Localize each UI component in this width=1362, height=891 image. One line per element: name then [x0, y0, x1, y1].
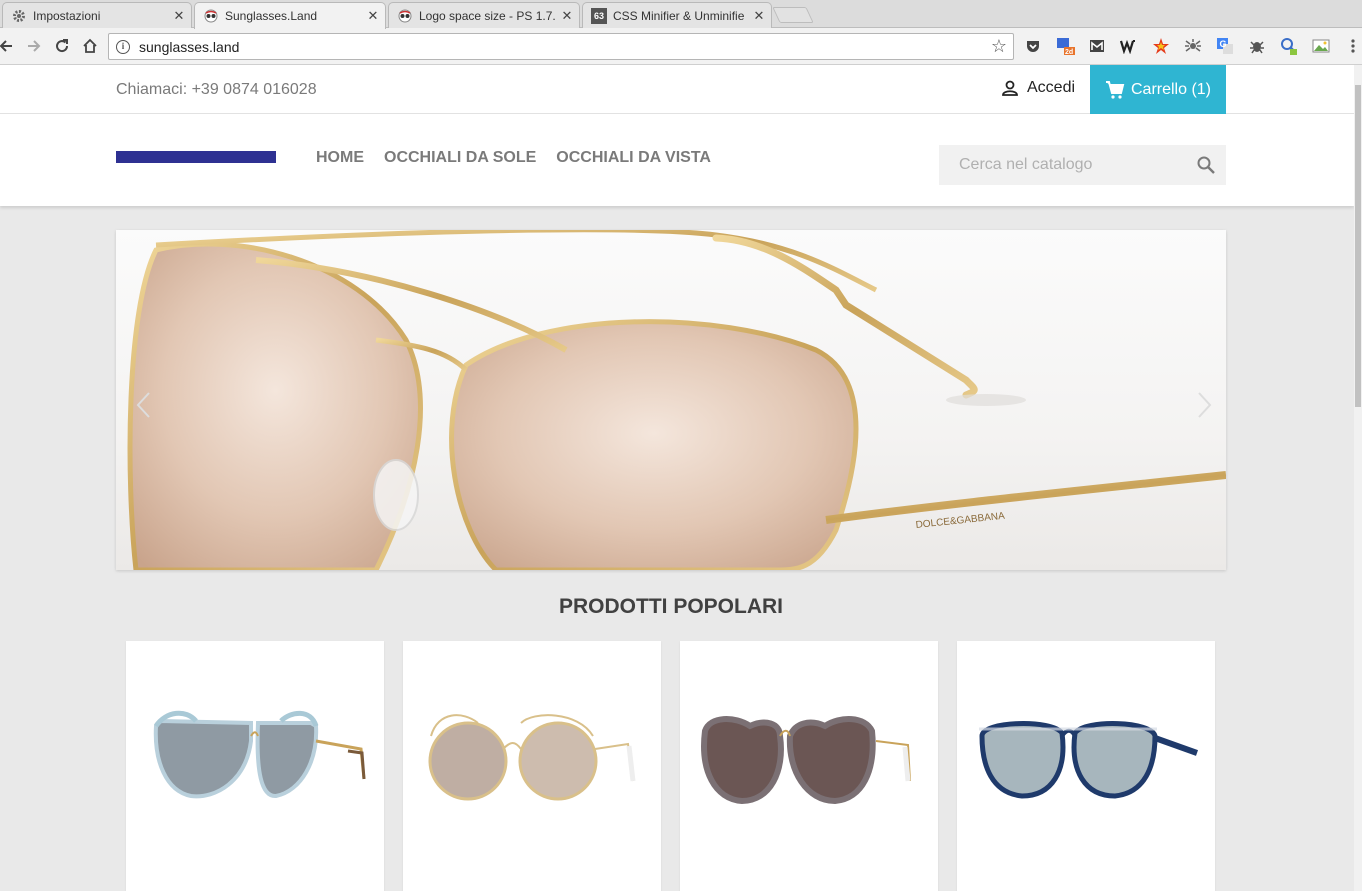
tab-title: Sunglasses.Land — [225, 9, 318, 23]
browser-toolbar: i sunglasses.land ☆ 2d G — [0, 28, 1362, 65]
tab-title: CSS Minifier & Unminifie — [613, 8, 745, 23]
gmail-icon[interactable] — [1087, 36, 1107, 56]
magnifier-icon[interactable] — [1279, 36, 1299, 56]
browser-tab-bar: Impostazioni ✕ Sunglasses.Land ✕ Logo sp… — [0, 0, 1362, 29]
google-translate-icon[interactable]: G — [1215, 36, 1235, 56]
menu-item-home[interactable]: HOME — [316, 149, 364, 167]
translate-badge-icon[interactable]: 2d — [1055, 36, 1075, 56]
tab-title: Impostazioni — [33, 8, 101, 23]
product-card[interactable] — [126, 641, 384, 891]
user-icon — [1002, 80, 1018, 96]
browser-menu-icon[interactable] — [1343, 36, 1362, 56]
product-image-blue-round — [979, 721, 1199, 799]
section-title: PRODOTTI POPOLARI — [558, 595, 783, 618]
svg-text:G: G — [1220, 39, 1227, 49]
menu-item-occhiali-da-vista[interactable]: OCCHIALI DA VISTA — [556, 149, 711, 167]
close-icon[interactable]: ✕ — [171, 8, 187, 24]
carousel-prev-icon[interactable] — [134, 390, 154, 420]
spider-icon[interactable] — [1183, 36, 1203, 56]
contact-phone: Chiamaci: +39 0874 016028 — [116, 81, 317, 98]
gear-icon — [11, 8, 27, 24]
tab-css-minifier[interactable]: 63 CSS Minifier & Unminifie ✕ — [582, 2, 772, 28]
hero-slide-image: DOLCE&GABBANA — [127, 230, 1226, 570]
pocket-icon[interactable] — [1023, 36, 1043, 56]
top-bar: Chiamaci: +39 0874 016028 Accedi Carrell… — [0, 65, 1354, 114]
search-widget — [939, 145, 1226, 185]
arrow-left-icon — [0, 40, 12, 52]
home-button[interactable] — [80, 36, 100, 56]
bug-icon[interactable] — [1247, 36, 1267, 56]
cart-icon — [1105, 80, 1125, 99]
site-favicon-icon — [397, 8, 413, 24]
css-favicon-icon: 63 — [591, 7, 607, 24]
close-icon[interactable]: ✕ — [365, 8, 381, 24]
scrollbar-thumb[interactable] — [1355, 85, 1361, 407]
site-favicon-icon — [203, 8, 219, 24]
info-icon[interactable]: i — [116, 40, 130, 54]
star-icon[interactable] — [1151, 36, 1171, 56]
reload-button[interactable] — [52, 36, 72, 56]
tab-impostazioni[interactable]: Impostazioni ✕ — [2, 2, 192, 28]
image-icon[interactable] — [1311, 36, 1331, 56]
back-button[interactable] — [0, 36, 16, 56]
new-tab-button[interactable] — [772, 7, 814, 23]
hero-carousel[interactable]: DOLCE&GABBANA — [116, 230, 1226, 570]
forward-button[interactable] — [24, 36, 44, 56]
close-icon[interactable]: ✕ — [559, 8, 575, 24]
url-text: sunglasses.land — [139, 39, 240, 55]
slide-brand-text: DOLCE&GABBANA — [915, 511, 1005, 531]
search-icon[interactable] — [1196, 155, 1216, 175]
product-card[interactable] — [403, 641, 661, 891]
signin-label: Accedi — [1027, 79, 1076, 96]
search-input[interactable] — [939, 145, 1189, 185]
css-favicon-text: 63 — [593, 10, 604, 21]
tab-logo-space-size[interactable]: Logo space size - PS 1.7. ✕ — [388, 2, 580, 28]
product-card[interactable] — [680, 641, 938, 891]
signin-link[interactable]: Accedi — [1001, 79, 1075, 97]
menu-item-occhiali-da-sole[interactable]: OCCHIALI DA SOLE — [384, 149, 536, 167]
cart-label: Carrello (1) — [1130, 80, 1211, 98]
address-bar[interactable]: i sunglasses.land ☆ — [108, 33, 1014, 60]
web-page: Chiamaci: +39 0874 016028 Accedi Carrell… — [0, 65, 1354, 891]
page-scrollbar[interactable] — [1354, 65, 1362, 891]
product-image-cat-eye-blue — [153, 710, 366, 799]
product-image-gold-wire-round — [428, 714, 636, 801]
tab-sunglasses-land[interactable]: Sunglasses.Land ✕ — [194, 2, 386, 29]
tab-title: Logo space size - PS 1.7. — [419, 8, 556, 23]
site-header: HOME OCCHIALI DA SOLE OCCHIALI DA VISTA — [0, 114, 1354, 206]
ext-badge-text: 2d — [1065, 49, 1073, 56]
product-card[interactable] — [957, 641, 1215, 891]
bookmark-star-icon[interactable]: ☆ — [991, 36, 1007, 57]
shop-logo[interactable] — [116, 151, 276, 163]
cart-button[interactable]: Carrello (1) — [1090, 65, 1226, 114]
home-icon — [83, 38, 97, 53]
reload-icon — [56, 39, 69, 53]
arrow-right-icon — [28, 40, 41, 52]
main-menu: HOME OCCHIALI DA SOLE OCCHIALI DA VISTA — [316, 149, 711, 167]
wordpress-icon[interactable] — [1119, 36, 1139, 56]
close-icon[interactable]: ✕ — [751, 8, 767, 24]
carousel-next-icon[interactable] — [1194, 390, 1214, 420]
product-image-tortoise-cat-eye — [701, 716, 911, 805]
